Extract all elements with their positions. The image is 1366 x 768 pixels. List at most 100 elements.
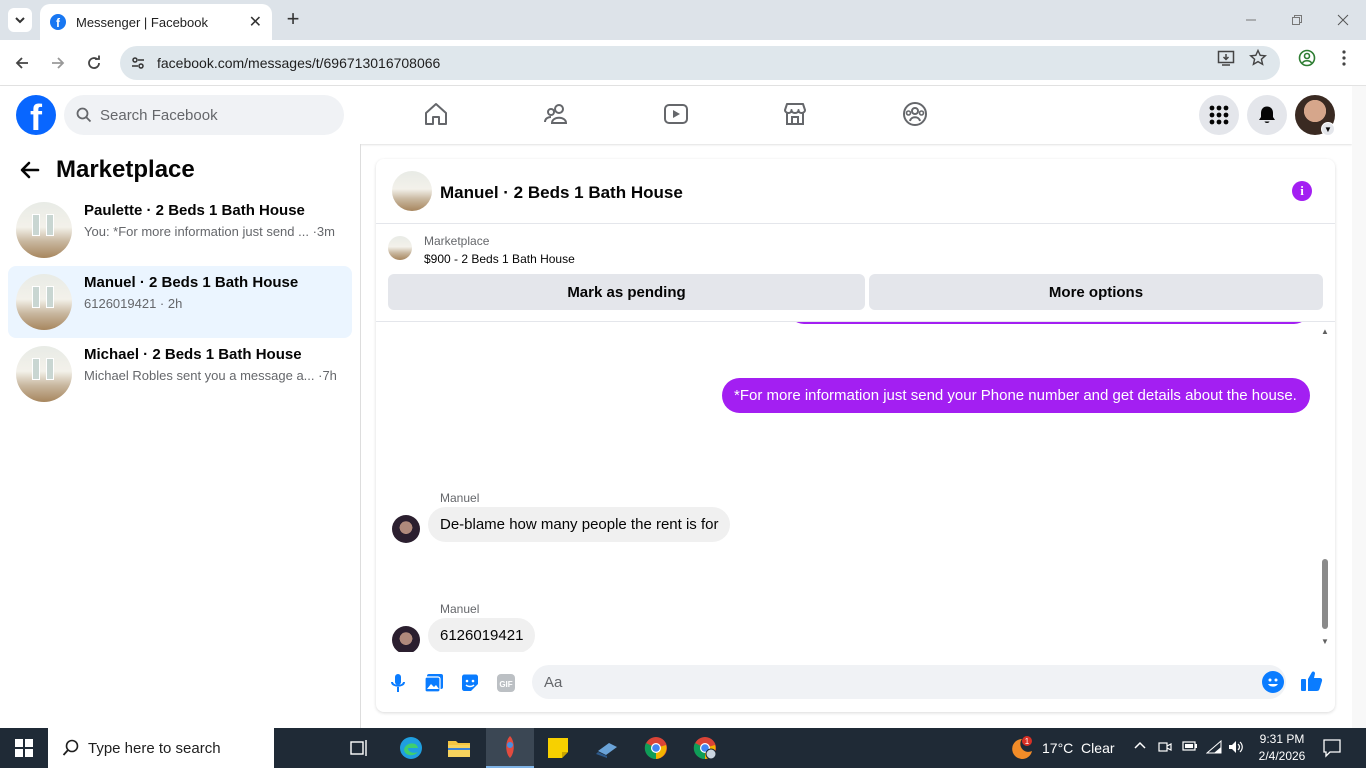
- more-options-button[interactable]: More options: [869, 274, 1323, 310]
- taskbar-app-generic[interactable]: [583, 728, 631, 768]
- search-icon: [76, 107, 92, 123]
- groups-icon: [903, 102, 927, 126]
- taskbar-file-explorer[interactable]: [435, 728, 483, 768]
- facebook-header: f Search Facebook ▼: [0, 86, 1352, 144]
- chat-title[interactable]: Manuel · 2 Beds 1 Bath House: [440, 183, 683, 203]
- conversation-name: Manuel · 2 Beds 1 Bath House: [84, 274, 299, 291]
- back-arrow-icon[interactable]: [20, 160, 40, 186]
- volume-icon[interactable]: [1228, 740, 1244, 757]
- listing-small-thumbnail[interactable]: [388, 236, 412, 260]
- arrow-left-icon: [15, 57, 28, 69]
- edge-icon: [400, 737, 422, 759]
- weather-widget[interactable]: 1 17°C Clear: [1008, 728, 1115, 768]
- sticky-notes-icon: [548, 738, 568, 758]
- meet-now-icon[interactable]: [1158, 740, 1172, 757]
- conversation-item-manuel[interactable]: Manuel · 2 Beds 1 Bath House 6126019421 …: [8, 266, 352, 338]
- thumbs-up-icon[interactable]: [1300, 669, 1326, 695]
- facebook-logo-icon[interactable]: f: [16, 95, 56, 135]
- sticker-icon[interactable]: [458, 671, 482, 695]
- outgoing-message[interactable]: *For more information just send your Pho…: [722, 378, 1310, 413]
- search-placeholder: Search Facebook: [100, 106, 218, 124]
- windows-taskbar: Type here to search 1 17°C Clear 9:31 PM…: [0, 728, 1366, 768]
- restore-button[interactable]: [1274, 0, 1320, 40]
- browser-toolbar: facebook.com/messages/t/696713016708066: [0, 40, 1366, 86]
- site-settings-icon[interactable]: [130, 55, 146, 71]
- nav-friends[interactable]: [542, 100, 570, 128]
- sender-avatar[interactable]: [392, 626, 420, 652]
- facebook-search-input[interactable]: Search Facebook: [64, 95, 344, 135]
- sender-avatar[interactable]: [392, 515, 420, 543]
- conversation-item-paulette[interactable]: Paulette · 2 Beds 1 Bath House You: *For…: [8, 194, 352, 266]
- nav-video[interactable]: [662, 100, 690, 128]
- message-scrollbar[interactable]: ▲ ▼: [1319, 327, 1331, 649]
- tab-close-icon[interactable]: ✕: [249, 12, 262, 32]
- nav-home[interactable]: [422, 100, 450, 128]
- chat-header: Manuel · 2 Beds 1 Bath House i: [376, 159, 1335, 224]
- listing-thumbnail: [16, 202, 72, 258]
- nav-groups[interactable]: [901, 100, 929, 128]
- conversation-item-michael[interactable]: Michael · 2 Beds 1 Bath House Michael Ro…: [8, 338, 352, 410]
- taskbar-clock[interactable]: 9:31 PM 2/4/2026: [1252, 731, 1312, 765]
- reload-button[interactable]: [82, 51, 106, 75]
- menu-button[interactable]: [1199, 95, 1239, 135]
- profile-button[interactable]: [1297, 48, 1317, 68]
- tab-search-button[interactable]: [8, 8, 32, 32]
- incoming-message[interactable]: De-blame how many people the rent is for: [428, 507, 731, 542]
- browser-menu-button[interactable]: [1334, 48, 1354, 68]
- scroll-down-icon[interactable]: ▼: [1321, 637, 1329, 646]
- facebook-favicon-icon: f: [50, 14, 66, 30]
- search-icon: [62, 739, 79, 756]
- page-scrollbar[interactable]: [1352, 86, 1366, 728]
- url-text: facebook.com/messages/t/696713016708066: [157, 55, 441, 71]
- profile-icon: [1298, 49, 1316, 67]
- task-view-button[interactable]: [336, 728, 384, 768]
- chat-listing-thumbnail[interactable]: [392, 171, 432, 211]
- close-icon: [1337, 14, 1349, 26]
- install-app-button[interactable]: [1216, 48, 1236, 68]
- taskbar-edge[interactable]: [387, 728, 435, 768]
- conversation-preview: 6126019421 · 2h: [84, 296, 183, 311]
- taskbar-sticky-notes[interactable]: [534, 728, 582, 768]
- grid-menu-icon: [1209, 105, 1229, 125]
- scroll-up-icon[interactable]: ▲: [1321, 327, 1329, 336]
- account-chevron-down-icon[interactable]: ▼: [1321, 122, 1335, 136]
- message-thread: *For more information just send your Pho…: [376, 322, 1335, 652]
- gif-icon[interactable]: GIF: [494, 671, 518, 695]
- incoming-message[interactable]: 6126019421: [428, 618, 536, 652]
- wifi-icon[interactable]: [1205, 739, 1222, 757]
- bookmark-button[interactable]: [1248, 48, 1268, 68]
- microphone-icon[interactable]: [386, 671, 410, 695]
- minimize-button[interactable]: [1228, 0, 1274, 40]
- message-input[interactable]: Aa: [532, 665, 1286, 699]
- taskbar-search[interactable]: Type here to search: [48, 728, 274, 768]
- friends-icon: [544, 104, 568, 124]
- conversation-list-panel: Marketplace Paulette · 2 Beds 1 Bath Hou…: [0, 144, 361, 728]
- arrow-right-icon: [52, 57, 65, 69]
- taskbar-chrome[interactable]: [632, 728, 680, 768]
- taskbar-search-placeholder: Type here to search: [88, 739, 221, 757]
- tab-title: Messenger | Facebook: [76, 14, 208, 30]
- emoji-icon[interactable]: [1262, 671, 1284, 693]
- photo-icon[interactable]: [422, 671, 446, 695]
- new-tab-button[interactable]: +: [282, 8, 304, 32]
- scroll-thumb[interactable]: [1322, 559, 1328, 629]
- back-button[interactable]: [10, 51, 34, 75]
- address-bar[interactable]: facebook.com/messages/t/696713016708066: [120, 46, 1280, 80]
- panel-title: Marketplace: [56, 156, 195, 183]
- mark-as-pending-button[interactable]: Mark as pending: [388, 274, 865, 310]
- nav-marketplace[interactable]: [781, 100, 809, 128]
- battery-icon[interactable]: [1182, 740, 1198, 755]
- taskbar-app-active[interactable]: [486, 728, 534, 768]
- notifications-button[interactable]: [1247, 95, 1287, 135]
- notification-center-icon[interactable]: [1322, 738, 1342, 758]
- browser-tabbar: f Messenger | Facebook ✕ +: [0, 0, 1366, 40]
- previous-outgoing-bubble: [788, 322, 1310, 324]
- listing-title[interactable]: $900 - 2 Beds 1 Bath House: [424, 252, 575, 266]
- forward-button[interactable]: [46, 51, 70, 75]
- info-icon[interactable]: i: [1292, 181, 1312, 201]
- show-hidden-icons[interactable]: [1134, 740, 1146, 755]
- taskbar-chrome-profile[interactable]: [681, 728, 729, 768]
- close-window-button[interactable]: [1320, 0, 1366, 40]
- browser-tab[interactable]: f Messenger | Facebook ✕: [40, 4, 272, 40]
- start-button[interactable]: [0, 728, 48, 768]
